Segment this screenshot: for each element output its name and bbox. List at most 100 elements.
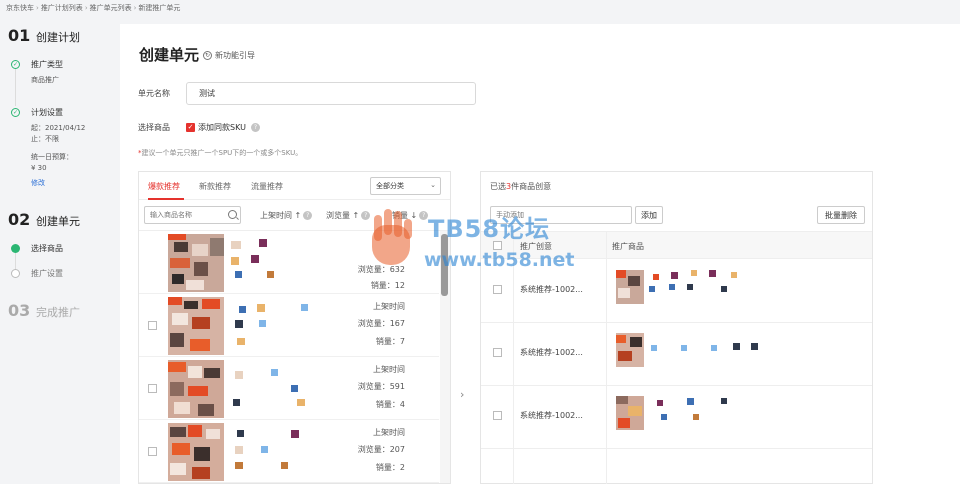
guide-label: 新功能引导 [215,51,255,60]
substep-select-goods: 选择商品 [11,243,63,254]
product-search-input[interactable] [144,206,241,224]
selected-row[interactable]: 系统推荐-1002... [481,323,872,386]
modify-link[interactable]: 修改 [31,178,45,188]
add-button[interactable]: 添加 [635,206,663,224]
unit-name-input[interactable] [186,82,476,105]
product-sales: 销量：7 [375,337,405,346]
step-number: 03 [8,301,31,320]
feature-guide-link[interactable]: ↻ 新功能引导 [203,50,255,61]
selected-count-prefix: 已选 [490,182,506,191]
product-checkbox[interactable] [148,447,157,456]
product-checkbox[interactable] [148,321,157,330]
selected-table-header: 推广创意 推广商品 [481,231,872,259]
tab-traffic[interactable]: 流量推荐 [251,181,283,192]
column-header: 推广创意 [520,242,552,251]
step-2-header: 02 创建单元 [8,210,80,229]
selected-checkbox[interactable] [493,411,502,420]
page-title: 创建单元 [139,46,200,64]
help-icon[interactable]: ? [419,211,429,220]
step-title: 创建单元 [36,215,80,228]
selected-row[interactable]: 系统推荐-1002... [481,386,872,449]
sort-label: 上架时间 ↑ [260,211,302,220]
batch-delete-button[interactable]: 批量删除 [817,206,865,224]
sort-label: 销量 ↓ [392,211,418,220]
tab-hot[interactable]: 爆款推荐 [148,181,180,192]
same-sku-checkbox[interactable]: ✓ [186,123,195,132]
scrollbar-thumb[interactable] [441,234,448,296]
plan-end-date: 止：不限 [31,135,59,143]
active-step-dot [11,244,20,253]
product-image [168,423,224,481]
main-panel: 创建单元 ↻ 新功能引导 单元名称 选择商品 ✓ 添加同款SKU ? *建议一个… [120,24,960,484]
selected-count-suffix: 件商品创意 [511,182,552,191]
step-number: 01 [8,26,31,45]
category-select-value: 全部分类 [376,182,404,190]
budget-label: 统一日预算： [31,153,73,161]
check-icon: ✓ [11,60,20,69]
creative-name: 系统推荐-1002... [520,285,583,294]
help-icon[interactable]: ? [303,211,313,220]
product-sales: 销量：12 [370,281,405,290]
category-select[interactable]: 全部分类 ⌄ [370,177,441,195]
breadcrumb-item[interactable]: 推广计划列表 [41,3,83,13]
unit-name-label: 单元名称 [138,89,170,98]
breadcrumb-current: 新建推广单元 [138,4,181,12]
step-connector [15,68,16,106]
breadcrumb-separator: › [133,4,137,12]
move-right-icon[interactable]: › [460,388,464,401]
breadcrumb-item[interactable]: 推广单元列表 [90,3,132,13]
tip-text: *建议一个单元只推广一个SPU下的一个或多个SKU。 [138,148,302,158]
product-picker-panel: 爆款推荐 新款推荐 流量推荐 全部分类 ⌄ 上架时间 ↑? 浏览量 ↑? 销量 … [138,171,451,484]
breadcrumb-separator: › [36,4,39,12]
selected-checkbox[interactable] [493,285,502,294]
creative-name: 系统推荐-1002... [520,411,583,420]
product-sales: 销量：4 [375,400,405,409]
manual-add-input[interactable] [490,206,632,224]
step-title: 完成推广 [36,306,80,319]
product-row[interactable]: 上架时间 浏览量：167 销量：7 [139,294,439,357]
substep-plan-setting: ✓ 计划设置 [11,107,63,118]
breadcrumb-item[interactable]: 京东快车 [6,3,34,13]
product-image [168,297,224,355]
substep-promo-type: ✓ 推广类型 [11,59,63,70]
tab-new[interactable]: 新款推荐 [199,181,231,192]
sort-views[interactable]: 浏览量 ↑? [326,210,371,221]
selected-goods-panel: 已选3件商品创意 添加 批量删除 推广创意 推广商品 系统推荐-1002... … [480,171,873,484]
steps-panel: 01 创建计划 ✓ 推广类型 商品推广 ✓ 计划设置 起：2021/04/12 … [0,16,120,484]
column-header: 推广商品 [612,242,644,251]
product-image [168,234,224,292]
product-row[interactable]: 上架时间 浏览量：207 销量：2 [139,420,439,483]
product-image [168,360,224,418]
substep-label: 推广设置 [31,269,63,278]
product-row[interactable]: 浏览量：632 销量：12 [139,231,439,294]
step-1-header: 01 创建计划 [8,26,80,45]
search-icon[interactable] [228,210,237,219]
plan-start-date: 起：2021/04/12 [31,124,86,132]
product-views: 浏览量：207 [357,445,405,454]
product-title-blur [231,237,331,287]
sort-shelf-time[interactable]: 上架时间 ↑? [260,210,313,221]
step-title: 创建计划 [36,31,80,44]
product-title-blur [231,363,331,413]
chevron-down-icon: ⌄ [430,181,436,189]
guide-icon: ↻ [203,51,212,60]
goods-image [616,396,644,430]
selected-checkbox[interactable] [493,348,502,357]
sort-label: 浏览量 ↑ [326,211,360,220]
help-icon[interactable]: ? [251,123,260,132]
select-all-checkbox[interactable] [493,241,502,250]
select-goods-label: 选择商品 [138,123,170,132]
sort-sales[interactable]: 销量 ↓? [392,210,429,221]
substep-label: 计划设置 [31,108,63,117]
product-title-blur [231,300,331,350]
product-checkbox[interactable] [148,384,157,393]
help-icon[interactable]: ? [361,211,371,220]
product-row[interactable]: 上架时间 浏览量：591 销量：4 [139,357,439,420]
product-views: 浏览量：632 [357,265,405,274]
breadcrumb-separator: › [84,4,88,12]
product-sales: 销量：2 [375,463,405,472]
product-shelf-time: 上架时间 [373,365,405,374]
same-sku-label[interactable]: 添加同款SKU [198,122,246,133]
selected-row[interactable]: 系统推荐-1002... [481,260,872,323]
product-shelf-time: 上架时间 [373,428,405,437]
